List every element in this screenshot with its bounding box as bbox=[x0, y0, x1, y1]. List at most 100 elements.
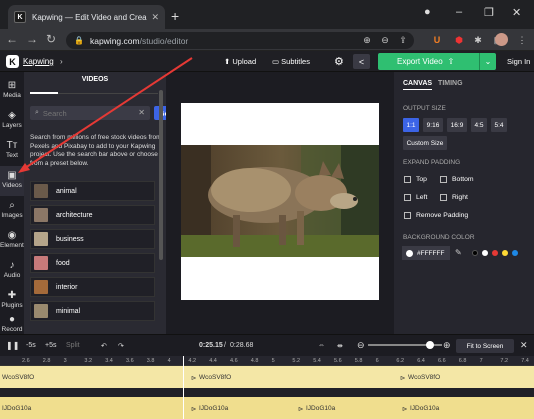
sign-in-link[interactable]: Sign In bbox=[507, 57, 530, 66]
export-video-button[interactable]: Export Video ⇧ ⌄ bbox=[378, 53, 496, 70]
upload-button[interactable]: ⬆ Upload bbox=[224, 57, 256, 66]
split-button[interactable]: Split bbox=[66, 342, 80, 349]
rail-item-media[interactable]: ⊞ Media bbox=[0, 76, 24, 106]
undo-icon[interactable]: ↶ bbox=[101, 342, 107, 350]
forward-icon[interactable]: → bbox=[26, 32, 38, 46]
zoom-in-icon[interactable]: ⊕ bbox=[443, 340, 451, 351]
category-food[interactable]: food bbox=[30, 253, 155, 273]
ruler-tick-label: 4.4 bbox=[209, 358, 217, 364]
canvas-settings-panel: CANVAS TIMING OUTPUT SIZE 1:1 9:16 16:9 4… bbox=[394, 72, 534, 334]
profile-avatar-icon[interactable] bbox=[495, 33, 508, 46]
padding-bottom-checkbox[interactable]: Bottom bbox=[440, 176, 474, 183]
timeline-playhead[interactable] bbox=[183, 356, 184, 419]
padding-top-checkbox[interactable]: Top bbox=[404, 176, 427, 183]
pause-icon[interactable]: ❚❚ bbox=[6, 341, 19, 350]
app-header: K Kapwing › ⬆ Upload ▭ Subtitles ⚙ < Exp… bbox=[0, 51, 534, 72]
video-search-field[interactable]: ⌕ ✕ bbox=[30, 106, 150, 120]
install-icon[interactable]: ⊕ bbox=[361, 34, 373, 46]
timeline-zoom-slider[interactable] bbox=[368, 341, 442, 349]
reload-icon[interactable]: ↻ bbox=[46, 32, 56, 46]
snap-icon[interactable]: ⇼ bbox=[337, 342, 343, 350]
fit-to-screen-button[interactable]: Fit to Screen bbox=[456, 339, 514, 353]
total-time: 0:28.68 bbox=[230, 342, 254, 349]
ruler-tick-label: 5.6 bbox=[334, 358, 342, 364]
extension-u-icon[interactable]: U bbox=[431, 34, 443, 46]
swatch-red[interactable] bbox=[492, 250, 498, 256]
rail-item-audio[interactable]: ♪ Audio bbox=[0, 256, 24, 286]
zoom-slider-knob[interactable] bbox=[426, 341, 434, 349]
category-minimal[interactable]: minimal bbox=[30, 301, 155, 321]
video-track-2[interactable]: IJDoG10a ⊳ IJDoG10a ⊳ IJDoG10a ⊳ IJDoG10… bbox=[0, 397, 534, 419]
redo-icon[interactable]: ↷ bbox=[118, 342, 124, 350]
zoom-icon[interactable]: ⊖ bbox=[379, 34, 391, 46]
size-16-9-button[interactable]: 16:9 bbox=[447, 118, 467, 132]
eyedropper-icon[interactable]: ✎ bbox=[455, 248, 462, 257]
timeline-ruler[interactable]: 2.6 2.8 3 3.2 3.4 3.6 3.8 4 4.2 4.4 4.6 4.8 5 5.2 5.4 5… bbox=[0, 356, 534, 366]
extension-red-icon[interactable]: ⬢ bbox=[453, 34, 465, 46]
category-architecture[interactable]: architecture bbox=[30, 205, 155, 225]
zoom-out-icon[interactable]: ⊖ bbox=[357, 340, 365, 351]
audio-icon: ♪ bbox=[9, 260, 15, 271]
export-label: Export Video bbox=[397, 57, 443, 66]
rail-item-images[interactable]: ⌕ Images bbox=[0, 196, 24, 226]
swatch-blue[interactable] bbox=[512, 250, 518, 256]
extensions-puzzle-icon[interactable]: ✱ bbox=[472, 34, 484, 46]
checkbox-label: Left bbox=[416, 194, 428, 201]
minimize-icon[interactable]: – bbox=[456, 6, 462, 18]
category-business[interactable]: business bbox=[30, 229, 155, 249]
back-5s-button[interactable]: -5s bbox=[26, 342, 36, 349]
background-color-input[interactable]: #FFFFFF bbox=[402, 246, 450, 260]
share-page-icon[interactable]: ⇪ bbox=[397, 34, 409, 46]
browser-tab[interactable]: K Kapwing — Edit Video and Crea ✕ bbox=[8, 5, 165, 29]
tab-timing[interactable]: TIMING bbox=[438, 80, 463, 87]
panel-scrollbar[interactable] bbox=[159, 90, 163, 260]
close-tab-icon[interactable]: ✕ bbox=[151, 12, 159, 23]
close-timeline-icon[interactable]: ✕ bbox=[520, 340, 528, 351]
new-tab-icon[interactable]: + bbox=[171, 8, 179, 24]
ruler-tick-label: 6.2 bbox=[396, 358, 405, 364]
swatch-white[interactable] bbox=[482, 250, 488, 256]
padding-left-checkbox[interactable]: Left bbox=[404, 194, 427, 201]
size-4-5-button[interactable]: 4:5 bbox=[471, 118, 487, 132]
size-9-16-button[interactable]: 9:16 bbox=[423, 118, 443, 132]
window-close-icon[interactable]: ✕ bbox=[512, 6, 521, 19]
size-1-1-button[interactable]: 1:1 bbox=[403, 118, 419, 132]
category-animal[interactable]: animal bbox=[30, 181, 155, 201]
collapse-tracks-icon[interactable]: ⇔ bbox=[318, 342, 325, 349]
rail-item-layers[interactable]: ◈ Layers bbox=[0, 106, 24, 136]
export-options-chevron-icon[interactable]: ⌄ bbox=[479, 53, 496, 70]
browser-menu-icon[interactable]: ⋮ bbox=[516, 34, 528, 46]
back-icon[interactable]: ← bbox=[6, 32, 18, 46]
project-name-link[interactable]: Kapwing bbox=[23, 57, 54, 66]
padding-right-checkbox[interactable]: Right bbox=[440, 194, 468, 201]
kapwing-logo-icon[interactable]: K bbox=[6, 55, 19, 68]
clear-search-icon[interactable]: ✕ bbox=[138, 108, 145, 117]
forward-5s-button[interactable]: +5s bbox=[45, 342, 56, 349]
ruler-tick-label: 3.6 bbox=[126, 358, 134, 364]
kapwing-favicon-icon: K bbox=[14, 11, 26, 23]
clip-divider-icon: ⊳ bbox=[191, 406, 197, 413]
swatch-black[interactable] bbox=[472, 250, 478, 256]
tab-canvas[interactable]: CANVAS bbox=[403, 80, 433, 90]
rail-item-elements[interactable]: ◉ Elements bbox=[0, 226, 27, 256]
checkbox-label: Right bbox=[452, 194, 468, 201]
remove-padding-checkbox[interactable]: Remove Padding bbox=[404, 212, 468, 219]
panel-tabs[interactable] bbox=[30, 88, 158, 94]
ruler-tick-label: 6.6 bbox=[438, 358, 446, 364]
search-input[interactable] bbox=[42, 108, 123, 118]
wolf-video-clip[interactable] bbox=[181, 145, 379, 257]
settings-gear-icon[interactable]: ⚙ bbox=[334, 55, 344, 68]
profile-dropdown-icon[interactable]: ● bbox=[424, 6, 431, 18]
share-button[interactable]: < bbox=[353, 54, 370, 69]
custom-size-button[interactable]: Custom Size bbox=[403, 136, 447, 150]
category-thumbnail bbox=[34, 256, 48, 270]
rail-item-text[interactable]: Tт Text bbox=[0, 136, 24, 166]
maximize-icon[interactable]: ❐ bbox=[484, 6, 494, 19]
video-track-1[interactable]: WcoSV8fO ⊳ WcoSV8fO ⊳ WcoSV8fO bbox=[0, 366, 534, 388]
size-5-4-button[interactable]: 5:4 bbox=[491, 118, 507, 132]
swatch-yellow[interactable] bbox=[502, 250, 508, 256]
text-icon: Tт bbox=[6, 140, 18, 151]
subtitles-button[interactable]: ▭ Subtitles bbox=[272, 57, 310, 66]
rail-item-videos[interactable]: ▣ Videos bbox=[0, 166, 24, 196]
category-interior[interactable]: interior bbox=[30, 277, 155, 297]
